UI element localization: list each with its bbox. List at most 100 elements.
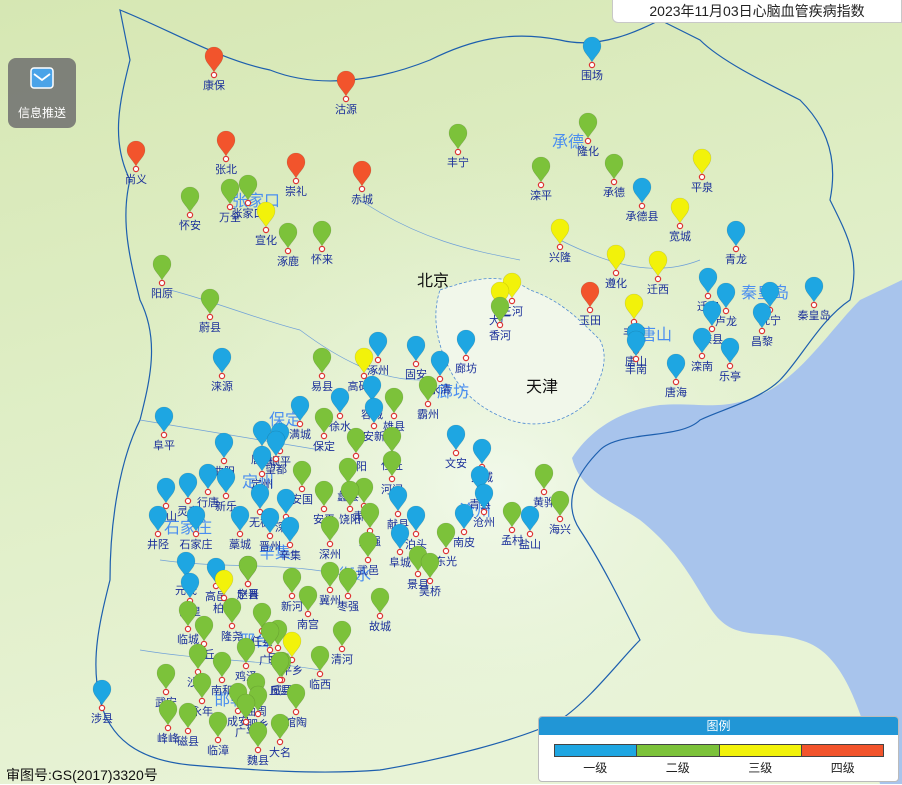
station-label: 徐水 [329, 419, 351, 433]
station-dot [556, 243, 564, 251]
legend-label-1: 一级 [583, 761, 608, 775]
station-dot [638, 202, 646, 210]
station-dot [162, 688, 170, 696]
station-dot [726, 362, 734, 370]
station-dot [266, 646, 274, 654]
station-dot [220, 457, 228, 465]
station-dot [540, 488, 548, 496]
station-label: 武邑 [357, 564, 379, 577]
station-label: 尚义 [125, 172, 147, 186]
station-dot [452, 449, 460, 457]
info-push-button[interactable]: 信息推送 [8, 58, 76, 128]
station-dot [342, 95, 350, 103]
legend-panel: 图例 一级 二级 三级 四级 [538, 716, 899, 782]
station-dot [160, 431, 168, 439]
station-label: 南宫 [297, 617, 319, 631]
station-dot [654, 275, 662, 283]
station-label: 青龙 [725, 253, 747, 266]
station-dot [462, 354, 470, 362]
station-dot [184, 727, 192, 735]
station-dot [508, 526, 516, 534]
station-label: 蔚县 [199, 321, 221, 334]
station-label: 昌黎 [751, 334, 773, 348]
station-label: 魏县 [247, 753, 269, 767]
station-dot [320, 505, 328, 513]
station-label: 涉县 [91, 711, 113, 725]
station-label: 磁县 [177, 735, 199, 748]
station-dot [258, 470, 266, 478]
station-dot [296, 420, 304, 428]
station-dot [424, 400, 432, 408]
station-label: 廊坊 [455, 361, 477, 375]
station-dot [266, 532, 274, 540]
station-dot [276, 676, 284, 684]
station-dot [336, 412, 344, 420]
station-dot [722, 307, 730, 315]
station-dot [326, 586, 334, 594]
station-dot [442, 547, 450, 555]
legend-swatch-1 [555, 745, 638, 756]
station-dot [286, 541, 294, 549]
station-dot [586, 306, 594, 314]
station-label: 涿鹿 [277, 254, 299, 268]
station-label: 保定 [313, 439, 335, 453]
station-label: 临漳 [207, 743, 229, 757]
station-label: 辛集 [279, 548, 301, 562]
station-label: 临西 [309, 677, 331, 691]
station-label: 康保 [203, 78, 225, 92]
station-dot [222, 492, 230, 500]
station-dot [508, 297, 516, 305]
station-label: 涿州 [367, 364, 389, 377]
map-approval-number: 审图号:GS(2017)3320号 [6, 767, 158, 783]
station-dot [254, 710, 262, 718]
station-dot [184, 625, 192, 633]
station-dot [244, 580, 252, 588]
station-dot [704, 292, 712, 300]
legend-swatch-3 [719, 745, 802, 756]
station-dot [360, 372, 368, 380]
station-label: 香河 [489, 329, 511, 342]
station-label: 望都 [265, 463, 287, 476]
station-label: 承德县 [626, 209, 659, 223]
station-dot [154, 530, 162, 538]
station-dot [222, 155, 230, 163]
station-label: 宣化 [255, 233, 277, 247]
map-canvas[interactable]: 承德张家口秦皇岛唐山廊坊保定沧州石家庄衡水邢台邯郸定州辛集北京天津 康保沽源围场… [0, 0, 902, 784]
station-dot [480, 508, 488, 516]
station-dot [242, 662, 250, 670]
station-dot [338, 645, 346, 653]
station-dot [388, 475, 396, 483]
station-label: 丰南 [625, 363, 647, 376]
station-dot [292, 708, 300, 716]
station-dot [676, 222, 684, 230]
station-label: 乐亭 [719, 369, 741, 383]
station-dot [320, 432, 328, 440]
station-dot [298, 485, 306, 493]
station-dot [218, 372, 226, 380]
legend-label-4: 四级 [830, 761, 855, 775]
station-label: 丰宁 [447, 155, 469, 169]
city-label: 北京 [417, 272, 449, 290]
station-label: 宽城 [669, 229, 691, 243]
station-dot [374, 356, 382, 364]
station-dot [460, 528, 468, 536]
station-dot [454, 148, 462, 156]
station-dot [610, 178, 618, 186]
station-dot [698, 173, 706, 181]
station-label: 易县 [311, 380, 333, 393]
station-dot [236, 530, 244, 538]
station-dot [526, 530, 534, 538]
station-dot [162, 502, 170, 510]
station-dot [254, 746, 262, 754]
station-label: 玉田 [579, 315, 601, 327]
station-dot [352, 452, 360, 460]
station-dot [537, 181, 545, 189]
station-label: 阜平 [153, 439, 175, 452]
station-label: 沧州 [473, 515, 495, 529]
station-label: 涞源 [211, 379, 233, 393]
station-dot [358, 185, 366, 193]
station-label: 承德 [603, 185, 625, 199]
station-dot [284, 247, 292, 255]
station-label: 霸州 [417, 408, 439, 421]
station-label: 阜城 [389, 556, 411, 569]
